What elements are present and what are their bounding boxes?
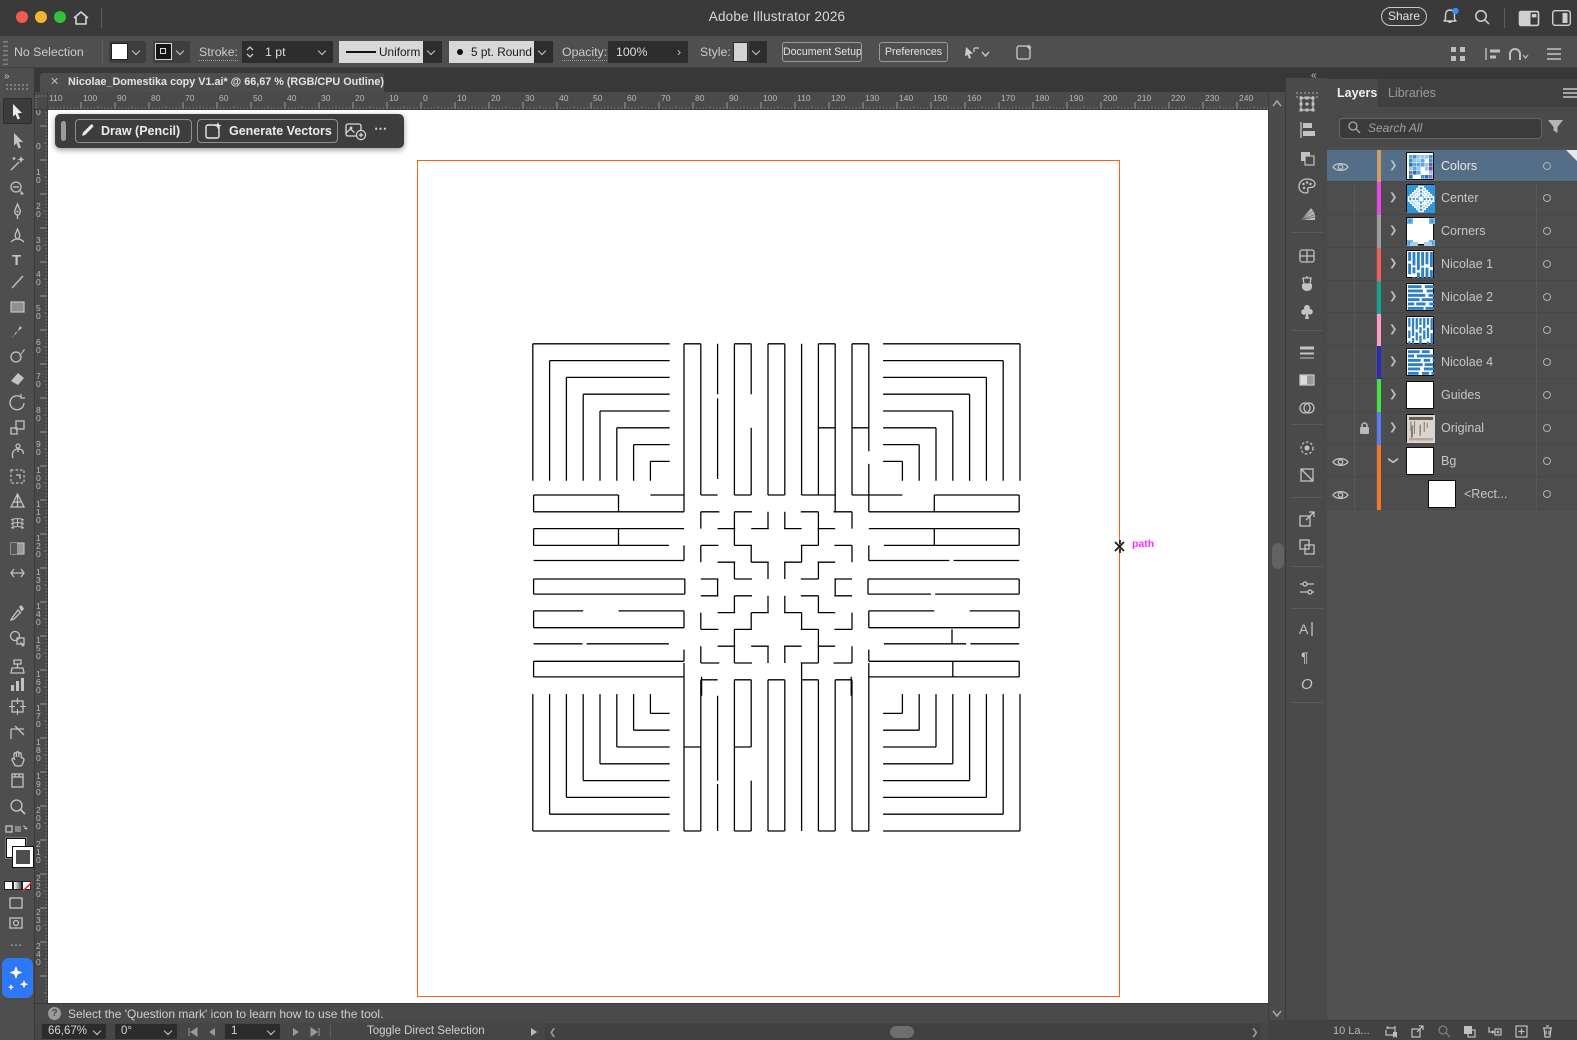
svg-text:30: 30	[525, 93, 535, 103]
svg-text:120: 120	[831, 93, 845, 103]
svg-text:20: 20	[355, 93, 365, 103]
svg-text:0: 0	[36, 549, 41, 559]
svg-text:80: 80	[695, 93, 705, 103]
svg-text:90: 90	[117, 93, 127, 103]
svg-text:0: 0	[36, 345, 41, 355]
svg-text:50: 50	[253, 93, 263, 103]
svg-text:40: 40	[287, 93, 297, 103]
svg-text:0: 0	[36, 719, 41, 729]
svg-text:0: 0	[36, 379, 41, 389]
svg-text:200: 200	[1103, 93, 1117, 103]
svg-text:0: 0	[36, 923, 41, 933]
svg-text:10: 10	[389, 93, 399, 103]
svg-text:70: 70	[661, 93, 671, 103]
svg-text:70: 70	[185, 93, 195, 103]
svg-text:0: 0	[36, 311, 41, 321]
svg-text:10: 10	[457, 93, 467, 103]
svg-text:0: 0	[36, 787, 41, 797]
svg-text:180: 180	[1035, 93, 1049, 103]
svg-text:130: 130	[865, 93, 879, 103]
svg-text:0: 0	[36, 583, 41, 593]
svg-text:110: 110	[49, 93, 63, 103]
svg-text:0: 0	[36, 753, 41, 763]
svg-text:path: path	[1132, 538, 1154, 550]
svg-text:0: 0	[36, 447, 41, 457]
svg-text:T: T	[12, 252, 21, 269]
svg-text:60: 60	[627, 93, 637, 103]
svg-text:A: A	[1299, 621, 1309, 637]
svg-text:0: 0	[36, 175, 41, 185]
svg-text:0: 0	[36, 243, 41, 253]
svg-text:0: 0	[36, 651, 41, 661]
svg-text:0: 0	[36, 617, 41, 627]
svg-text:40: 40	[559, 93, 569, 103]
svg-text:190: 190	[1069, 93, 1083, 103]
svg-text:160: 160	[967, 93, 981, 103]
svg-text:240: 240	[1239, 93, 1253, 103]
svg-text:90: 90	[729, 93, 739, 103]
svg-text:100: 100	[763, 93, 777, 103]
svg-text:170: 170	[1001, 93, 1015, 103]
svg-text:80: 80	[151, 93, 161, 103]
svg-text:0: 0	[36, 141, 41, 151]
svg-text:0: 0	[36, 515, 41, 525]
svg-text:50: 50	[593, 93, 603, 103]
svg-text:210: 210	[1137, 93, 1151, 103]
svg-text:O: O	[1301, 676, 1313, 693]
svg-text:0: 0	[423, 93, 428, 103]
svg-text:0: 0	[36, 855, 41, 865]
svg-text:0: 0	[36, 685, 41, 695]
svg-text:140: 140	[899, 93, 913, 103]
svg-text:0: 0	[36, 277, 41, 287]
svg-text:20: 20	[491, 93, 501, 103]
svg-text:230: 230	[1205, 93, 1219, 103]
svg-text:0: 0	[36, 957, 41, 967]
svg-text:220: 220	[1171, 93, 1185, 103]
svg-text:100: 100	[83, 93, 97, 103]
svg-text:0: 0	[36, 821, 41, 831]
svg-text:0: 0	[36, 110, 41, 117]
svg-text:60: 60	[219, 93, 229, 103]
svg-text:110: 110	[797, 93, 811, 103]
svg-text:0: 0	[36, 209, 41, 219]
svg-text:¶: ¶	[1301, 649, 1309, 665]
svg-text:0: 0	[36, 413, 41, 423]
svg-text:150: 150	[933, 93, 947, 103]
svg-text:30: 30	[321, 93, 331, 103]
svg-text:0: 0	[36, 481, 41, 491]
svg-text:0: 0	[36, 889, 41, 899]
